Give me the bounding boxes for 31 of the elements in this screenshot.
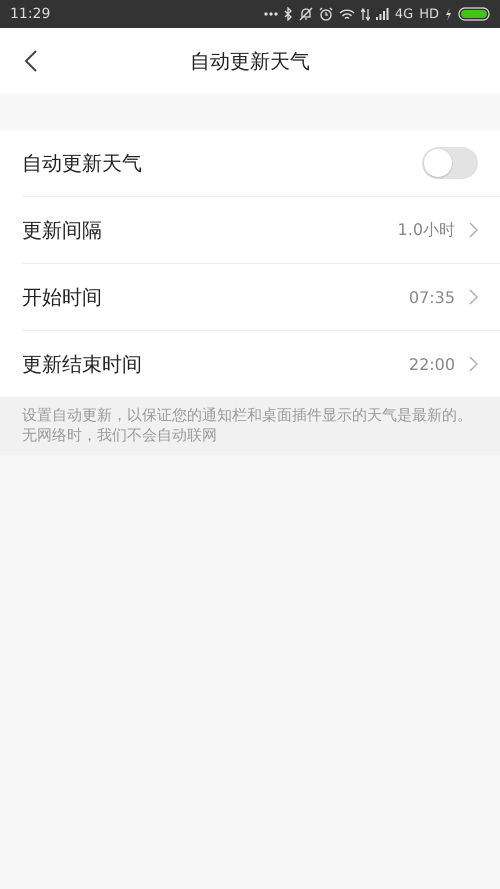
setting-value: 1.0小时 <box>398 220 455 240</box>
back-icon[interactable] <box>24 49 38 73</box>
setting-value: 22:00 <box>408 354 455 374</box>
status-time: 11:29 <box>10 6 50 22</box>
settings-row[interactable]: 更新间隔 1.0小时 <box>22 197 500 264</box>
note-text: 无网络时，我们不会自动联网 <box>22 425 218 445</box>
settings-row[interactable]: 自动更新天气 <box>22 130 500 197</box>
hd-indicator: HD <box>419 6 439 22</box>
signal-icon <box>376 8 389 20</box>
wifi-icon <box>338 8 355 20</box>
bell-off-icon <box>298 7 313 21</box>
bluetooth-icon <box>284 7 293 21</box>
note-text: 设置自动更新，以保证您的通知栏和桌面插件显示的天气是最新的。 <box>22 405 473 425</box>
alarm-clock-icon <box>318 7 333 21</box>
setting-label: 自动更新天气 <box>22 150 143 176</box>
settings-row[interactable]: 开始时间 07:35 <box>22 264 500 331</box>
page-title: 自动更新天气 <box>190 48 310 74</box>
more-dots-icon <box>264 12 278 16</box>
data-arrows-icon <box>360 8 370 20</box>
settings-row[interactable]: 更新结束时间 22:00 <box>22 331 500 397</box>
setting-label: 更新结束时间 <box>22 350 143 378</box>
battery-icon <box>458 7 490 21</box>
setting-value: 07:35 <box>408 288 455 306</box>
charging-bolt-icon <box>445 8 452 20</box>
toggle-switch[interactable] <box>422 147 478 179</box>
setting-label: 开始时间 <box>22 284 103 310</box>
chevron-right-icon <box>469 222 478 238</box>
network-type: 4G <box>394 6 414 22</box>
chevron-right-icon <box>469 289 478 305</box>
chevron-right-icon <box>469 356 478 372</box>
setting-label: 更新间隔 <box>22 216 103 244</box>
